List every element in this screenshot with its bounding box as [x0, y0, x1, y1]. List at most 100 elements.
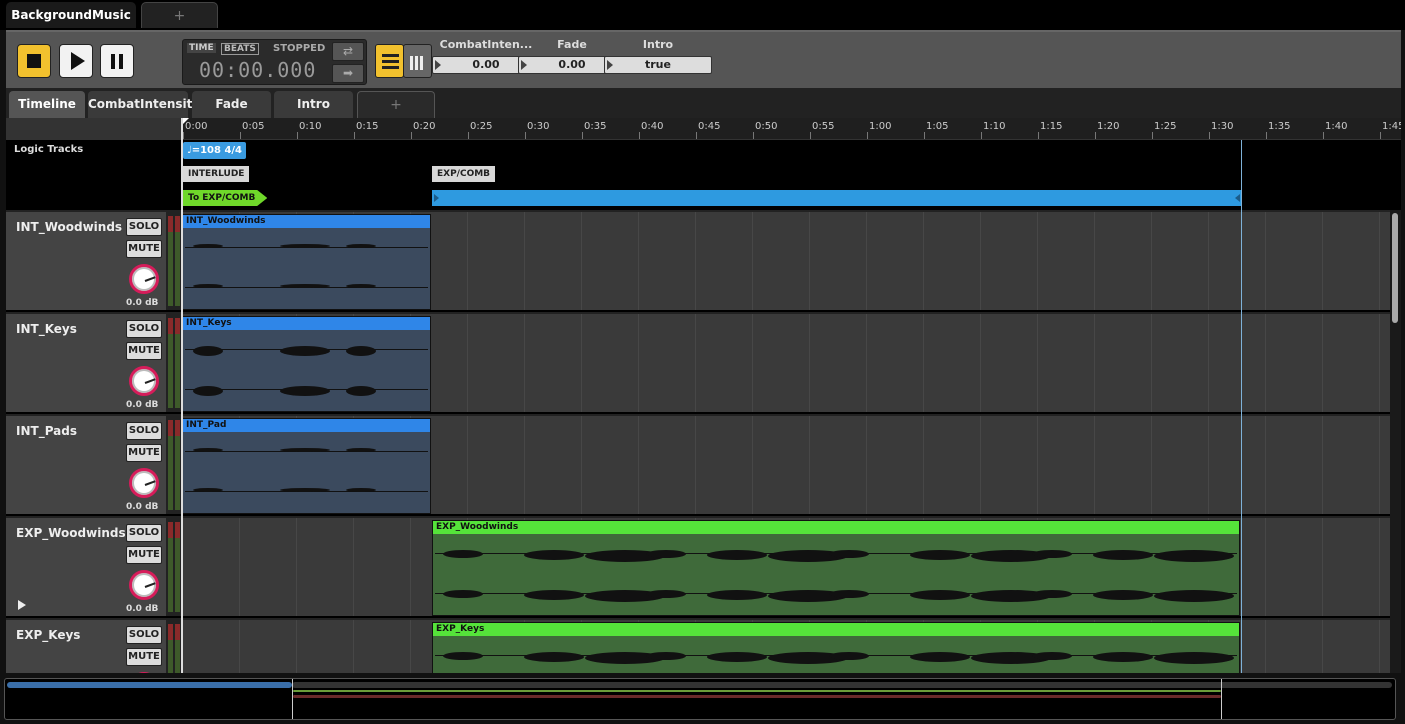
tab-background-music[interactable]: BackgroundMusic	[6, 2, 136, 28]
mute-button[interactable]: MUTE	[126, 240, 162, 258]
add-tab-button[interactable]: +	[357, 91, 435, 118]
volume-knob[interactable]	[129, 264, 159, 294]
waveform-peak	[193, 448, 223, 452]
tab-combat-intensity[interactable]: CombatIntensity	[88, 91, 200, 118]
clip-title: EXP_Woodwinds	[433, 521, 1239, 534]
solo-button[interactable]: SOLO	[126, 320, 162, 338]
waveform-peak	[443, 590, 483, 598]
track-name: INT_Woodwinds	[16, 220, 123, 234]
track-header[interactable]: INT_Pads SOLO MUTE 0.0 dB	[6, 414, 166, 514]
mute-button[interactable]: MUTE	[126, 444, 162, 462]
track-row: EXP_Woodwinds SOLO MUTE 0.0 dB EXP_Woodwinds	[6, 516, 1390, 616]
param-label: Intro	[642, 38, 674, 51]
param-value: 0.00	[472, 58, 500, 71]
solo-button[interactable]: SOLO	[126, 626, 162, 644]
ruler-label: 0:50	[755, 121, 778, 132]
waveform-peak	[910, 652, 970, 662]
pause-button[interactable]	[100, 44, 134, 78]
ruler-tick	[1152, 132, 1153, 139]
track-lane[interactable]: EXP_Keys	[182, 618, 1390, 673]
audio-clip[interactable]: EXP_Woodwinds	[432, 520, 1240, 616]
waveform-peak	[346, 346, 377, 356]
clip-title: INT_Woodwinds	[183, 215, 430, 228]
tempo-marker[interactable]: ♩=108 4/4	[183, 142, 247, 159]
tab-intro[interactable]: Intro	[274, 91, 353, 118]
loop-icon[interactable]: ⇄	[332, 42, 364, 61]
volume-knob[interactable]	[129, 672, 159, 673]
transition-marker[interactable]: To EXP/COMB	[183, 190, 268, 206]
overview-viewport[interactable]	[292, 679, 1222, 719]
waveform-peak	[346, 386, 377, 396]
track-lane[interactable]: INT_Keys	[182, 312, 1390, 412]
logic-tracks-area: ♩=108 4/4 INTERLUDE EXP/COMB To EXP/COMB	[181, 140, 1401, 210]
param-value: 0.00	[558, 58, 586, 71]
section-interlude[interactable]: INTERLUDE	[183, 166, 250, 182]
track-row: INT_Woodwinds SOLO MUTE 0.0 dB INT_Woodwinds	[6, 210, 1390, 310]
vertical-scrollbar[interactable]	[1390, 210, 1401, 673]
list-icon	[382, 54, 399, 72]
audio-clip[interactable]: INT_Keys	[182, 316, 431, 412]
section-region-bar[interactable]	[432, 190, 1242, 206]
tracks-area: INT_Woodwinds SOLO MUTE 0.0 dB INT_Woodwinds…	[6, 210, 1401, 673]
track-row: EXP_KeysSOLOMUTE0.0 dBEXP_Keys	[6, 618, 1390, 673]
volume-knob[interactable]	[129, 366, 159, 396]
ruler-label: 1:45	[1382, 121, 1401, 132]
logic-tracks-header: Logic Tracks	[6, 140, 181, 210]
ruler-tick	[981, 132, 982, 139]
mute-button[interactable]: MUTE	[126, 546, 162, 564]
grid-view-button[interactable]	[403, 44, 432, 78]
level-meter	[166, 210, 182, 310]
beats-mode-button[interactable]: BEATS	[221, 43, 259, 55]
list-view-button[interactable]	[375, 44, 404, 78]
ruler-label: 1:40	[1325, 121, 1348, 132]
follow-icon[interactable]: ➡	[332, 64, 364, 83]
expand-icon[interactable]	[18, 600, 26, 610]
ruler-label: 0:05	[242, 121, 265, 132]
waveform-peak	[279, 386, 330, 396]
ruler-tick	[1095, 132, 1096, 139]
param-value-field[interactable]: true	[604, 56, 712, 74]
ruler-label: 1:20	[1097, 121, 1120, 132]
waveform-peak	[1032, 652, 1072, 660]
waveform-peak	[279, 488, 330, 492]
solo-button[interactable]: SOLO	[126, 524, 162, 542]
waveform-peak	[829, 590, 869, 598]
tab-fade[interactable]: Fade	[192, 91, 271, 118]
audio-clip[interactable]: INT_Woodwinds	[182, 214, 431, 310]
ruler-tick	[753, 132, 754, 139]
mute-button[interactable]: MUTE	[126, 648, 162, 666]
volume-knob[interactable]	[129, 570, 159, 600]
ruler-tick	[183, 132, 184, 139]
ruler-label: 0:35	[584, 121, 607, 132]
mute-button[interactable]: MUTE	[126, 342, 162, 360]
play-button[interactable]	[59, 44, 93, 78]
add-tab-button[interactable]: +	[141, 2, 218, 28]
track-lane[interactable]: EXP_Woodwinds	[182, 516, 1390, 616]
waveform-peak	[646, 550, 686, 558]
clip-title: INT_Keys	[183, 317, 430, 330]
track-lane[interactable]: INT_Woodwinds	[182, 210, 1390, 310]
stop-button[interactable]	[17, 44, 51, 78]
track-header[interactable]: INT_Keys SOLO MUTE 0.0 dB	[6, 312, 166, 412]
waveform-peak	[193, 488, 223, 492]
audio-clip[interactable]: EXP_Keys	[432, 622, 1240, 673]
solo-button[interactable]: SOLO	[126, 218, 162, 236]
section-exp-comb[interactable]: EXP/COMB	[432, 166, 496, 182]
volume-knob[interactable]	[129, 468, 159, 498]
track-lane[interactable]: INT_Pad	[182, 414, 1390, 514]
timeline-overview[interactable]	[4, 678, 1396, 720]
ruler-label: 0:30	[527, 121, 550, 132]
timeline-ruler[interactable]: 0:00 0:05 0:10 0:15 0:20 0:25 0:30 0:35 0:40 0:45…	[181, 118, 1401, 140]
waveform-peak	[279, 448, 330, 452]
tab-timeline[interactable]: Timeline	[9, 91, 85, 118]
solo-button[interactable]: SOLO	[126, 422, 162, 440]
track-header[interactable]: EXP_KeysSOLOMUTE0.0 dB	[6, 618, 166, 673]
track-header[interactable]: INT_Woodwinds SOLO MUTE 0.0 dB	[6, 210, 166, 310]
track-header[interactable]: EXP_Woodwinds SOLO MUTE 0.0 dB	[6, 516, 166, 616]
ruler-tick	[354, 132, 355, 139]
time-mode-button[interactable]: TIME	[187, 43, 216, 53]
ruler-tick	[240, 132, 241, 139]
ruler-label: 0:20	[413, 121, 436, 132]
audio-clip[interactable]: INT_Pad	[182, 418, 431, 514]
track-name: INT_Pads	[16, 424, 77, 438]
